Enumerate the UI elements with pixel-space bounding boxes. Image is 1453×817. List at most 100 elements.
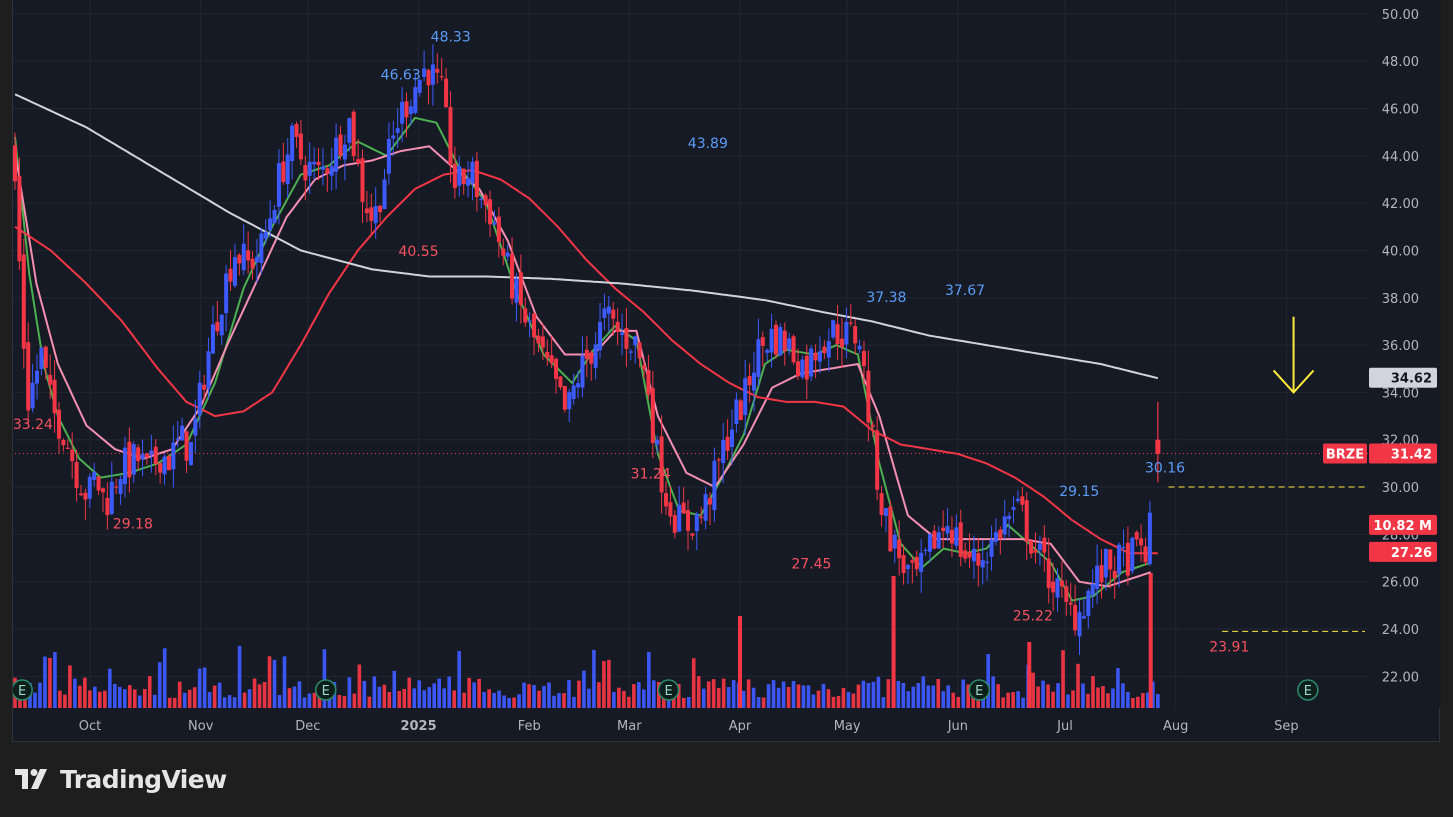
volume-bar [741, 690, 746, 708]
volume-bar [137, 695, 142, 708]
price-chart[interactable]: 33.24 29.18 46.63 48.33 40.55 43.89 31.24 27.45… [13, 0, 1441, 742]
tradingview-logo-icon [15, 769, 47, 789]
candle-body [197, 382, 202, 416]
volume-bar [297, 681, 302, 708]
candle-body [232, 257, 237, 286]
candle-body [246, 250, 251, 261]
candle-body [1143, 546, 1148, 563]
volume-bar [836, 695, 841, 708]
volume-bar [512, 697, 516, 708]
volume-bar [257, 684, 262, 708]
candle-body [83, 492, 88, 500]
volume-bar [302, 697, 307, 708]
annotation-arrow [1272, 316, 1315, 394]
candle-body [642, 365, 647, 370]
volume-bar [1116, 668, 1120, 708]
volume-bar [202, 667, 207, 708]
candle-body [52, 379, 57, 414]
candle-body [800, 359, 805, 378]
candle-body [598, 322, 603, 351]
volume-bar [272, 659, 277, 708]
candle-body [153, 446, 158, 464]
candle-body [303, 165, 308, 181]
volume-bar [906, 691, 911, 708]
volume-bar [362, 680, 367, 708]
candle-body [989, 539, 994, 557]
candle-body [1139, 538, 1144, 546]
volume-bar [192, 687, 197, 708]
earnings-marker: E [1297, 679, 1319, 701]
volume-spike [891, 576, 896, 708]
volume-bar [462, 692, 466, 708]
candle-body [932, 530, 937, 549]
candle-body [523, 308, 528, 323]
candle-body [259, 233, 264, 264]
volume-bar [277, 695, 282, 708]
candle-body [175, 438, 180, 440]
volume-bar [53, 652, 57, 708]
candle-body [804, 355, 809, 380]
swing-label: 27.45 [791, 557, 831, 573]
candle-body [39, 347, 44, 370]
price-tick-label: 30.00 [1382, 481, 1419, 496]
volume-bar [1101, 686, 1105, 708]
candle-body [325, 168, 330, 174]
candle-body [1020, 496, 1025, 505]
candle-body [839, 338, 844, 348]
candle-body [730, 429, 735, 448]
volume-bar [587, 688, 591, 708]
candle-body [646, 369, 651, 395]
volume-bar [647, 651, 651, 708]
candle-body [751, 372, 756, 391]
volume-bar [921, 676, 926, 708]
volume-bar [1141, 693, 1145, 708]
candle-body [474, 160, 479, 198]
volume-bar [172, 697, 177, 708]
candle-body [576, 383, 581, 388]
volume-bar [731, 680, 736, 708]
time-tick-label: Jul [1056, 719, 1073, 734]
candle-body [439, 76, 444, 78]
candle-body [703, 493, 708, 521]
candle-body [734, 399, 739, 424]
volume-bar [1021, 697, 1025, 708]
volume-spike [1148, 573, 1153, 708]
candle-body [927, 533, 932, 552]
earnings-marker-letter: E [1304, 684, 1312, 699]
chart-panel[interactable]: 33.24 29.18 46.63 48.33 40.55 43.89 31.24 27.45… [12, 0, 1441, 742]
price-badge-text: 10.82 M [1373, 519, 1432, 534]
volume-bar [447, 676, 451, 708]
volume-bar [826, 689, 831, 708]
candle-body [250, 258, 255, 269]
volume-bar [1081, 683, 1085, 708]
candle-body [457, 166, 462, 186]
volume-bar [547, 682, 551, 708]
candle-body [1046, 558, 1051, 589]
volume-bar [287, 688, 292, 708]
candle-body [448, 107, 453, 165]
candle-body [602, 308, 607, 318]
candle-body [606, 306, 611, 314]
volume-bar [532, 684, 536, 708]
volume-bar [68, 665, 72, 708]
candle-body [360, 158, 365, 202]
swing-label: 46.63 [381, 68, 421, 84]
volume-bar [612, 691, 616, 708]
volume-bar [721, 678, 726, 708]
volume-bar [716, 687, 721, 708]
candle-body [901, 555, 906, 574]
candle-body [870, 424, 875, 427]
candle-body [74, 461, 79, 489]
volume-bar [207, 692, 212, 708]
candle-body [1068, 602, 1073, 605]
candlesticks [13, 44, 1161, 655]
candle-body [624, 328, 629, 349]
candle-body [298, 133, 303, 160]
volume-bar [796, 684, 801, 708]
candle-body [180, 425, 185, 441]
candle-body [769, 328, 774, 353]
volume-bar [132, 689, 137, 708]
volume-bar [222, 697, 227, 708]
candle-body [470, 161, 475, 184]
volume-bar [372, 676, 377, 708]
